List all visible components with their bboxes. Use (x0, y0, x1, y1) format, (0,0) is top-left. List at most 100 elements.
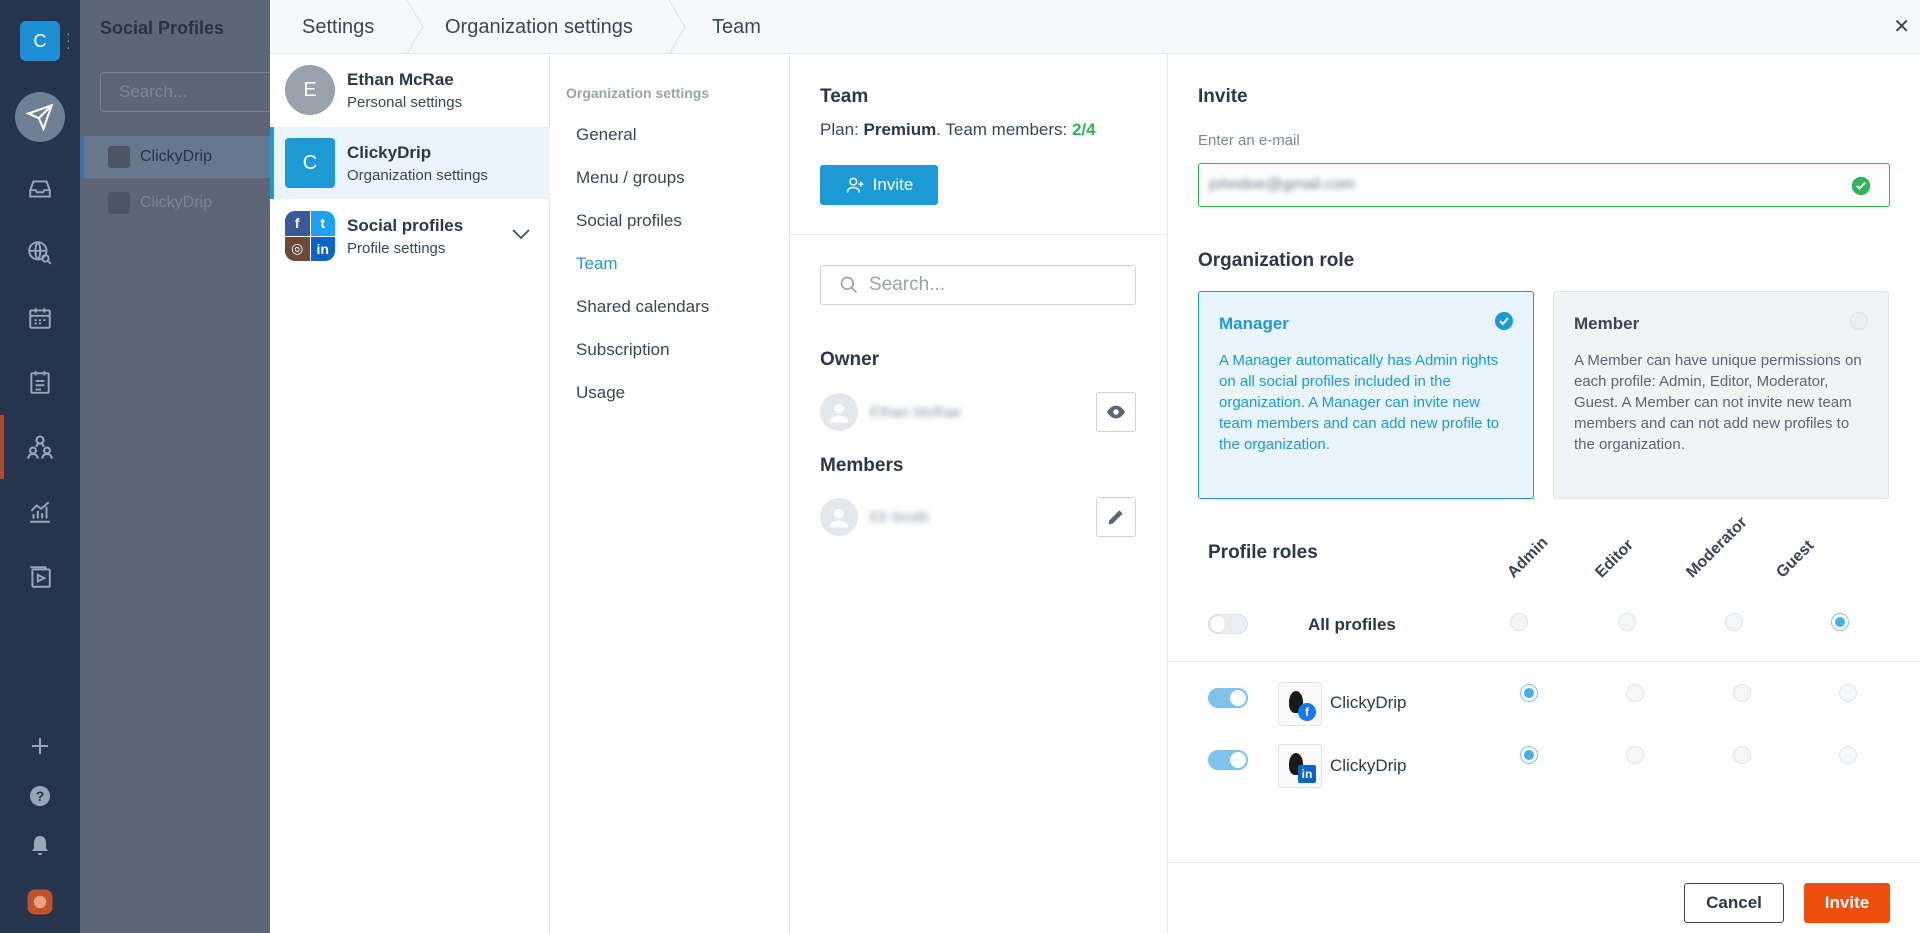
calendar-icon[interactable] (18, 296, 62, 340)
email-label: Enter an e-mail (1198, 132, 1300, 149)
panel-item-label: ClickyDrip (140, 148, 212, 165)
check-circle-icon (1851, 176, 1871, 196)
profile2-moderator-radio[interactable] (1733, 746, 1751, 764)
breadcrumb-organization-settings[interactable]: Organization settings (445, 0, 633, 54)
all-guest-radio[interactable] (1831, 613, 1849, 631)
help-icon[interactable]: ? (18, 774, 62, 818)
panel-item[interactable]: ClickyDrip (80, 136, 270, 178)
all-editor-radio[interactable] (1618, 613, 1636, 631)
profile2-admin-radio[interactable] (1520, 746, 1538, 764)
plan-prefix: Plan: (820, 120, 864, 139)
member-row: Eli Smith (820, 497, 1136, 537)
profile1-moderator-radio[interactable] (1733, 684, 1751, 702)
media-icon[interactable] (18, 555, 62, 599)
add-user-icon (846, 177, 864, 193)
all-profiles-label: All profiles (1308, 615, 1396, 634)
breadcrumb-settings[interactable]: Settings (302, 0, 374, 54)
linkedin-icon: in (1298, 765, 1316, 783)
role-member-card[interactable]: Member A Member can have unique permissi… (1553, 291, 1889, 499)
active-indicator (0, 415, 4, 479)
pencil-icon (1108, 510, 1123, 525)
breadcrumb-separator-icon (668, 0, 686, 54)
profile1-guest-radio[interactable] (1839, 684, 1857, 702)
all-profiles-toggle[interactable] (1208, 614, 1248, 634)
profile1-admin-radio[interactable] (1520, 684, 1538, 702)
all-admin-radio[interactable] (1510, 613, 1528, 631)
role-title: Manager (1219, 314, 1289, 333)
col-admin: Admin (1504, 534, 1552, 582)
avatar: E (285, 65, 335, 115)
cancel-button[interactable]: Cancel (1684, 883, 1784, 923)
app-rail: C · · · ? (0, 0, 80, 933)
breadcrumb-separator-icon (406, 0, 424, 54)
planner-icon[interactable] (18, 360, 62, 404)
divider (790, 234, 1168, 235)
check-circle-icon (1495, 312, 1513, 330)
nav-team[interactable]: Team (576, 254, 618, 274)
profile2-guest-radio[interactable] (1839, 746, 1857, 764)
members-count: 2/4 (1071, 120, 1096, 139)
col-guest: Guest (1773, 537, 1818, 582)
more-dots-icon[interactable]: · · · (66, 26, 71, 54)
invite-submit-button[interactable]: Invite (1804, 883, 1890, 923)
invite-member-button[interactable]: Invite (820, 165, 938, 205)
account-name: Social profiles (347, 215, 464, 235)
organization-nav: Organization settings General Menu / gro… (550, 54, 790, 933)
role-manager-card[interactable]: Manager A Manager automatically has Admi… (1198, 291, 1534, 499)
account-list: E Ethan McRae Personal settings C Clicky… (270, 54, 550, 933)
profile-name: ClickyDrip (1330, 693, 1407, 712)
analytics-icon[interactable] (18, 490, 62, 534)
org-role-heading: Organization role (1198, 250, 1355, 271)
nav-usage[interactable]: Usage (576, 383, 625, 403)
panel-item[interactable]: ClickyDrip (80, 182, 270, 224)
account-organization[interactable]: C ClickyDrip Organization settings (270, 127, 550, 199)
role-title: Member (1574, 314, 1640, 333)
listening-icon[interactable] (18, 231, 62, 275)
account-social-profiles[interactable]: f t ◎ in Social profiles Profile setting… (270, 200, 550, 272)
profile2-editor-radio[interactable] (1626, 746, 1644, 764)
divider (1168, 661, 1920, 662)
profile-toggle-linkedin[interactable] (1208, 750, 1248, 770)
profile-toggle-facebook[interactable] (1208, 688, 1248, 708)
owner-name: Ethan McRae (870, 403, 961, 421)
profile1-editor-radio[interactable] (1626, 684, 1644, 702)
account-sub: Profile settings (347, 239, 446, 257)
panel-title: Social Profiles (100, 18, 225, 38)
all-moderator-radio[interactable] (1725, 613, 1743, 631)
nav-menu-groups[interactable]: Menu / groups (576, 168, 685, 188)
email-input[interactable] (1209, 176, 1809, 194)
owner-heading: Owner (820, 349, 880, 370)
nav-subscription[interactable]: Subscription (576, 340, 670, 360)
close-icon[interactable]: ✕ (1893, 14, 1910, 39)
breadcrumb-team: Team (712, 15, 761, 38)
plus-icon[interactable] (18, 724, 62, 768)
col-moderator: Moderator (1683, 513, 1751, 582)
team-panel: Team Plan: Premium. Team members: 2/4 In… (790, 54, 1168, 933)
user-icon[interactable] (18, 880, 62, 924)
team-title: Team (820, 86, 869, 107)
nav-shared-calendars[interactable]: Shared calendars (576, 297, 709, 317)
role-description: A Member can have unique permissions on … (1574, 352, 1862, 453)
profile-roles-heading: Profile roles (1208, 542, 1318, 563)
chevron-down-icon[interactable] (512, 228, 530, 240)
social-profiles-panel: Social Profiles Search... ClickyDrip Cli… (80, 0, 300, 933)
member-search[interactable] (820, 265, 1136, 305)
org-nav-heading: Organization settings (566, 85, 710, 101)
send-icon[interactable] (15, 92, 65, 142)
nav-general[interactable]: General (576, 125, 636, 145)
inbox-icon[interactable] (18, 167, 62, 211)
account-sub: Organization settings (347, 166, 488, 184)
member-name: Eli Smith (870, 508, 930, 526)
account-personal[interactable]: E Ethan McRae Personal settings (270, 54, 550, 126)
view-owner-button[interactable] (1096, 392, 1136, 432)
divider (1168, 862, 1920, 863)
profile-thumb-icon (108, 146, 130, 168)
nav-social-profiles[interactable]: Social profiles (576, 211, 682, 231)
profile-thumb-icon (108, 192, 130, 214)
edit-member-button[interactable] (1096, 497, 1136, 537)
org-switcher[interactable]: C (20, 21, 60, 61)
bell-icon[interactable] (18, 824, 62, 868)
email-field[interactable] (1198, 163, 1890, 207)
search-input[interactable] (869, 274, 1109, 296)
team-icon[interactable] (18, 425, 62, 469)
